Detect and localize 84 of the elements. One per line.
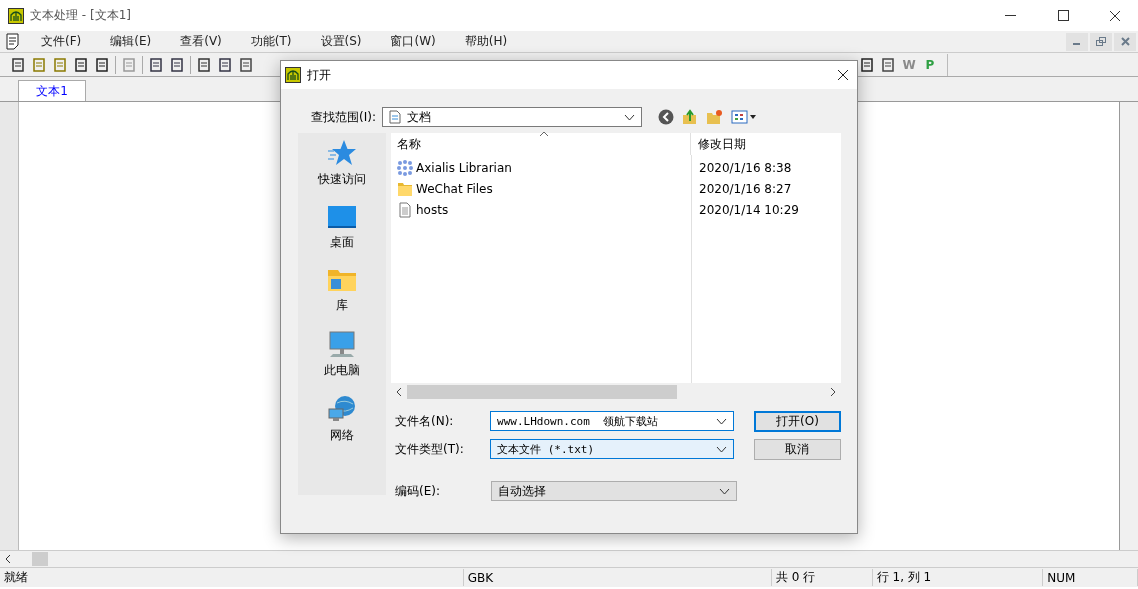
column-header[interactable]: 修改日期 [691, 135, 746, 153]
menu-item[interactable]: 窗口(W) [381, 33, 445, 50]
field-label: 文件类型(T): [394, 440, 465, 458]
places-label[interactable]: 桌面 [330, 234, 354, 251]
sort-up-icon [539, 131, 549, 137]
scroll-left-icon[interactable] [4, 554, 12, 564]
file-type-dropdown[interactable]: 文本文件 (*.txt) [490, 439, 734, 459]
menu-item[interactable]: 帮助(H) [455, 33, 517, 50]
places-label[interactable]: 快速访问 [318, 171, 366, 188]
toolbar-icon[interactable] [148, 56, 164, 73]
menu-item[interactable]: 查看(V) [171, 33, 231, 50]
up-folder-icon[interactable] [681, 109, 698, 125]
toolbar-icon[interactable] [10, 56, 26, 73]
chevron-down-icon [715, 445, 727, 453]
dots-icon [397, 159, 413, 176]
column-header[interactable]: 名称 [391, 133, 691, 155]
cancel-button[interactable]: 取消 [753, 438, 841, 460]
file-name[interactable]: hosts [416, 202, 449, 217]
field-label: 文件名(N): [394, 412, 455, 430]
field-label: 查找范围(I): [311, 108, 376, 126]
scrollbar-track[interactable] [1119, 102, 1138, 550]
menu-item[interactable]: 设置(S) [311, 33, 371, 50]
star-icon [327, 139, 357, 167]
status-field: GBK [463, 569, 772, 586]
close-icon [837, 69, 849, 81]
document-icon [397, 201, 413, 218]
restore-icon [1096, 37, 1106, 46]
toolbar-icon[interactable] [73, 56, 89, 73]
encoding-dropdown[interactable]: 自动选择 [491, 481, 737, 501]
restore-button[interactable] [1090, 32, 1112, 51]
toolbar-icon[interactable] [238, 56, 254, 73]
document-tab[interactable]: 文本1 [18, 80, 86, 101]
chevron-down-icon [719, 487, 730, 495]
toolbar-icon[interactable] [880, 56, 896, 73]
chevron-down-icon [623, 113, 635, 121]
dialog-logo-icon [285, 67, 301, 83]
scroll-right-icon[interactable] [829, 387, 837, 397]
close-icon [1120, 37, 1130, 46]
toolbar-icon[interactable] [196, 56, 212, 73]
network-icon [327, 395, 357, 423]
places-label[interactable]: 此电脑 [324, 362, 360, 379]
open-button[interactable]: 打开(O) [753, 410, 841, 432]
new-folder-icon[interactable] [705, 109, 723, 125]
file-name[interactable]: WeChat Files [416, 181, 493, 196]
toolbar-icon[interactable] [859, 56, 875, 73]
scrollbar-thumb[interactable] [407, 385, 677, 399]
menu-item[interactable]: 文件(F) [32, 33, 91, 50]
status-field: 就绪 [0, 569, 464, 586]
toolbar-icon[interactable] [217, 56, 233, 73]
minimize-button[interactable] [1066, 32, 1088, 51]
file-name-field[interactable]: www.LHdown.com 领航下载站 [490, 411, 734, 431]
file-name[interactable]: Axialis Librarian [416, 160, 512, 175]
document-icon[interactable] [5, 33, 21, 50]
menu-item[interactable]: 功能(T) [241, 33, 301, 50]
file-date: 2020/1/16 8:38 [699, 160, 792, 175]
field-label: 编码(E): [394, 482, 441, 500]
toolbar-icon[interactable] [169, 56, 185, 73]
places-label[interactable]: 库 [336, 297, 348, 314]
file-date: 2020/1/16 8:27 [699, 181, 792, 196]
dialog-title: 打开 [307, 66, 332, 84]
file-date: 2020/1/14 10:29 [699, 202, 799, 217]
scrollbar-thumb[interactable] [32, 552, 48, 566]
folder-icon [397, 180, 413, 197]
menu-item[interactable]: 编辑(E) [101, 33, 161, 50]
toolbar-icon[interactable] [94, 56, 110, 73]
desktop-icon [327, 204, 357, 230]
status-field: 行 1, 列 1 [872, 569, 1044, 586]
app-logo-icon [8, 7, 24, 24]
minimize-icon [1005, 14, 1017, 17]
window-title: 文本处理 - [文本1] [30, 7, 132, 24]
status-field: 共 0 行 [771, 569, 873, 586]
scroll-left-icon[interactable] [395, 387, 403, 397]
folder-icon [327, 267, 357, 293]
chevron-down-icon [715, 417, 727, 425]
places-label[interactable]: 网络 [330, 427, 354, 444]
look-in-dropdown[interactable]: 文档 [381, 107, 642, 127]
document-icon [388, 110, 401, 124]
close-icon [1109, 9, 1121, 22]
computer-icon [327, 330, 357, 358]
view-menu-icon[interactable] [730, 109, 757, 125]
maximize-icon [1057, 10, 1069, 21]
back-icon[interactable] [657, 109, 674, 125]
file-list[interactable]: 名称 修改日期 Axialis Librarian WeChat Files hosts 2020/1/16 8:38 2020/1/16 8:27 2020/1/14 10:29 [391, 133, 841, 401]
status-field: NUM [1043, 569, 1138, 586]
